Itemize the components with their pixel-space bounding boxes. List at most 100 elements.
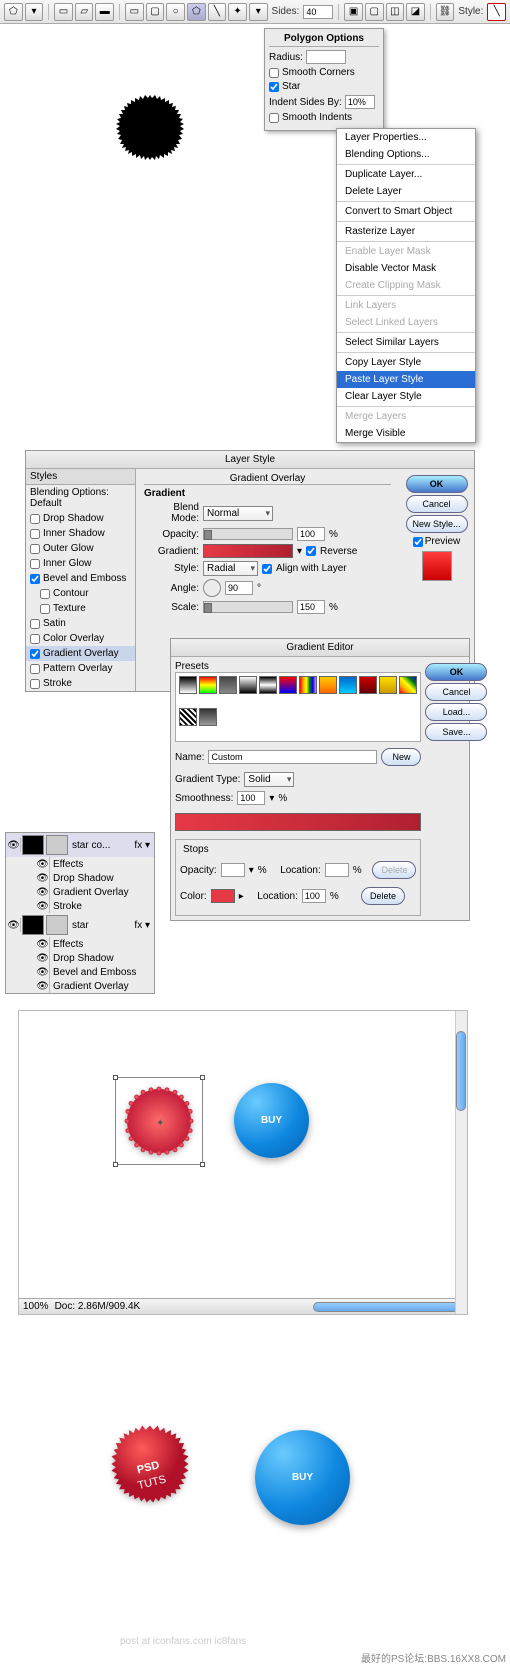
style-checkbox[interactable] xyxy=(30,574,40,584)
visibility-icon[interactable]: 👁 xyxy=(36,937,50,951)
style-item[interactable]: Outer Glow xyxy=(26,541,135,556)
style-checkbox[interactable] xyxy=(30,634,40,644)
style-item[interactable]: Blending Options: Default xyxy=(26,485,135,511)
style-checkbox[interactable] xyxy=(30,514,40,524)
gradient-type-select[interactable]: Solid xyxy=(244,772,294,787)
combine-shape-icon[interactable]: ▣ xyxy=(344,3,363,21)
dropdown-arrow[interactable]: ▾ xyxy=(25,3,44,21)
menu-item[interactable]: Blending Options... xyxy=(337,146,475,163)
scrollbar-vertical[interactable] xyxy=(455,1011,467,1314)
scale-input[interactable] xyxy=(297,600,325,614)
transform-handle[interactable] xyxy=(200,1162,205,1167)
style-item[interactable]: Inner Glow xyxy=(26,556,135,571)
opacity-input[interactable] xyxy=(297,527,325,541)
visibility-icon[interactable]: 👁 xyxy=(36,951,50,965)
stop-color-swatch[interactable] xyxy=(211,889,235,903)
zoom-level[interactable]: 100% xyxy=(23,1301,49,1312)
radius-input[interactable] xyxy=(306,50,346,64)
menu-item[interactable]: Clear Layer Style xyxy=(337,388,475,405)
scale-slider[interactable] xyxy=(203,601,293,613)
custom-shape-icon[interactable]: ✦ xyxy=(228,3,247,21)
blend-mode-select[interactable]: Normal xyxy=(203,506,273,521)
stop-location-input-1[interactable] xyxy=(325,863,349,877)
fx-badge[interactable]: fx ▾ xyxy=(131,840,153,851)
style-checkbox[interactable] xyxy=(30,619,40,629)
polygon-tool-icon[interactable]: ⬠ xyxy=(4,3,23,21)
new-gradient-button[interactable]: New xyxy=(381,748,421,766)
menu-item[interactable]: Convert to Smart Object xyxy=(337,203,475,220)
effect-item[interactable]: 👁Stroke xyxy=(6,899,154,913)
layer-row[interactable]: 👁star co...fx ▾ xyxy=(6,833,154,857)
style-checkbox[interactable] xyxy=(30,559,40,569)
visibility-icon[interactable]: 👁 xyxy=(36,899,50,913)
transform-handle[interactable] xyxy=(113,1162,118,1167)
new-style-button[interactable]: New Style... xyxy=(406,515,468,533)
style-item[interactable]: Satin xyxy=(26,616,135,631)
exclude-shape-icon[interactable]: ◪ xyxy=(406,3,425,21)
style-checkbox[interactable] xyxy=(30,649,40,659)
ellipse-icon[interactable]: ○ xyxy=(166,3,185,21)
style-item[interactable]: Texture xyxy=(26,601,135,616)
style-item[interactable]: Color Overlay xyxy=(26,631,135,646)
link-icon[interactable]: ⛓ xyxy=(436,3,455,21)
transform-handle[interactable] xyxy=(200,1075,205,1080)
menu-item[interactable]: Delete Layer xyxy=(337,183,475,200)
ge-cancel-button[interactable]: Cancel xyxy=(425,683,487,701)
reverse-checkbox[interactable] xyxy=(306,546,316,556)
intersect-shape-icon[interactable]: ◫ xyxy=(386,3,405,21)
smooth-indents-checkbox[interactable] xyxy=(269,113,279,123)
style-item[interactable]: Inner Shadow xyxy=(26,526,135,541)
gradient-bar[interactable] xyxy=(175,813,421,831)
layer-row[interactable]: 👁starfx ▾ xyxy=(6,913,154,937)
visibility-icon[interactable]: 👁 xyxy=(7,838,21,852)
smooth-corners-checkbox[interactable] xyxy=(269,68,279,78)
scrollbar-horizontal[interactable] xyxy=(313,1302,463,1312)
line-icon[interactable]: ╲ xyxy=(208,3,227,21)
style-item[interactable]: Bevel and Emboss xyxy=(26,571,135,586)
delete-opacity-stop-button[interactable]: Delete xyxy=(372,861,416,879)
options-dropdown-icon[interactable]: ▾ xyxy=(249,3,268,21)
shape-path-icon[interactable]: ▱ xyxy=(75,3,94,21)
gradient-preview[interactable] xyxy=(203,544,293,558)
name-input[interactable] xyxy=(208,750,377,764)
effect-item[interactable]: 👁Drop Shadow xyxy=(6,871,154,885)
style-checkbox[interactable] xyxy=(30,664,40,674)
rounded-rect-icon[interactable]: ▢ xyxy=(146,3,165,21)
fx-badge[interactable]: fx ▾ xyxy=(131,920,153,931)
align-checkbox[interactable] xyxy=(262,564,272,574)
menu-item[interactable]: Rasterize Layer xyxy=(337,223,475,240)
gradient-dropdown-icon[interactable]: ▾ xyxy=(297,546,302,557)
menu-item[interactable]: Disable Vector Mask xyxy=(337,260,475,277)
polygon-icon[interactable]: ⬠ xyxy=(187,3,206,21)
effect-item[interactable]: 👁Gradient Overlay xyxy=(6,979,154,993)
stop-location-input-2[interactable] xyxy=(302,889,326,903)
visibility-icon[interactable]: 👁 xyxy=(7,918,21,932)
visibility-icon[interactable]: 👁 xyxy=(36,857,50,871)
stop-opacity-input[interactable] xyxy=(221,863,245,877)
menu-item[interactable]: Select Similar Layers xyxy=(337,334,475,351)
effect-item[interactable]: 👁Drop Shadow xyxy=(6,951,154,965)
smoothness-dropdown-icon[interactable]: ▾ xyxy=(269,793,274,804)
shape-fill-icon[interactable]: ▬ xyxy=(95,3,114,21)
angle-dial[interactable] xyxy=(203,579,221,597)
subtract-shape-icon[interactable]: ▢ xyxy=(365,3,384,21)
rect-shape-icon[interactable]: ▭ xyxy=(125,3,144,21)
style-checkbox[interactable] xyxy=(30,544,40,554)
menu-item[interactable]: Layer Properties... xyxy=(337,129,475,146)
menu-item[interactable]: Paste Layer Style xyxy=(337,371,475,388)
menu-item[interactable]: Duplicate Layer... xyxy=(337,166,475,183)
menu-item[interactable]: Merge Visible xyxy=(337,425,475,442)
opacity-slider[interactable] xyxy=(203,528,293,540)
style-select[interactable]: Radial xyxy=(203,561,258,576)
visibility-icon[interactable]: 👁 xyxy=(36,871,50,885)
indent-input[interactable] xyxy=(345,95,375,109)
style-item[interactable]: Stroke xyxy=(26,676,135,691)
visibility-icon[interactable]: 👁 xyxy=(36,979,50,993)
preview-checkbox[interactable] xyxy=(413,537,423,547)
style-checkbox[interactable] xyxy=(30,679,40,689)
effects-header[interactable]: 👁Effects xyxy=(6,937,154,951)
ok-button[interactable]: OK xyxy=(406,475,468,493)
gradient-presets[interactable] xyxy=(175,672,421,742)
delete-color-stop-button[interactable]: Delete xyxy=(361,887,405,905)
transform-bounding-box[interactable]: ✦ xyxy=(115,1077,203,1165)
